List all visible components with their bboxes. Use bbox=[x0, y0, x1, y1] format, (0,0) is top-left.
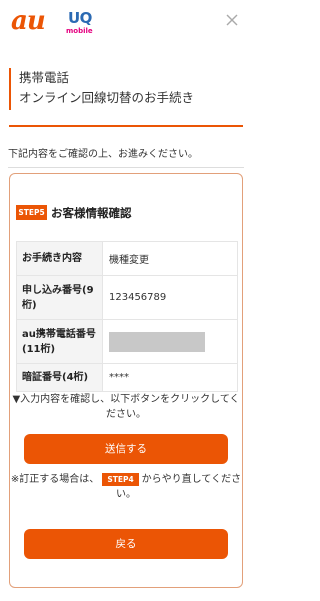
row-value bbox=[102, 319, 238, 364]
table-row: 暗証番号(4桁) **** bbox=[16, 363, 238, 392]
row-label: 暗証番号(4桁) bbox=[16, 363, 103, 392]
page-title-line1: 携帯電話 bbox=[19, 70, 70, 85]
table-row: お手続き内容 機種変更 bbox=[16, 241, 238, 276]
send-button[interactable]: 送信する bbox=[24, 434, 228, 464]
confirmation-card: STEP5 お客様情報確認 お手続き内容 機種変更 申し込み番号(9桁) 123… bbox=[9, 173, 243, 588]
customer-info-table: お手続き内容 機種変更 申し込み番号(9桁) 123456789 au携帯電話番… bbox=[16, 241, 238, 392]
row-value: 123456789 bbox=[102, 275, 238, 320]
au-logo: au bbox=[11, 6, 46, 36]
step-title: お客様情報確認 bbox=[51, 206, 132, 220]
divider bbox=[8, 167, 244, 168]
header: au UQ mobile bbox=[0, 0, 252, 46]
correction-prefix: ※訂正する場合は、 bbox=[10, 474, 100, 485]
step4-badge: STEP4 bbox=[102, 472, 139, 486]
uq-mobile-logo: UQ mobile bbox=[66, 10, 96, 38]
uq-logo-subtext: mobile bbox=[66, 27, 93, 35]
title-underline bbox=[9, 125, 243, 127]
page-title-line2: オンライン回線切替のお手続き bbox=[19, 90, 195, 105]
step-badge: STEP5 bbox=[16, 205, 47, 220]
intro-text: 下記内容をご確認の上、お進みください。 bbox=[8, 149, 198, 160]
row-value: 機種変更 bbox=[102, 241, 238, 276]
back-button[interactable]: 戻る bbox=[24, 529, 228, 559]
row-label: au携帯電話番号(11桁) bbox=[16, 319, 103, 364]
table-row: au携帯電話番号(11桁) bbox=[16, 319, 238, 364]
row-label: 申し込み番号(9桁) bbox=[16, 275, 103, 320]
row-value: **** bbox=[102, 363, 238, 392]
uq-logo-text: UQ bbox=[68, 9, 92, 27]
row-label: お手続き内容 bbox=[16, 241, 103, 276]
masked-phone-number bbox=[109, 331, 205, 352]
page-title: 携帯電話 オンライン回線切替のお手続き bbox=[9, 68, 241, 110]
close-icon[interactable] bbox=[224, 12, 240, 28]
correction-note: ※訂正する場合は、 STEP4 からやり直してください。 bbox=[10, 472, 242, 502]
confirm-note: ▼入力内容を確認し、以下ボタンをクリックしてください。 bbox=[12, 394, 240, 420]
table-row: 申し込み番号(9桁) 123456789 bbox=[16, 275, 238, 320]
